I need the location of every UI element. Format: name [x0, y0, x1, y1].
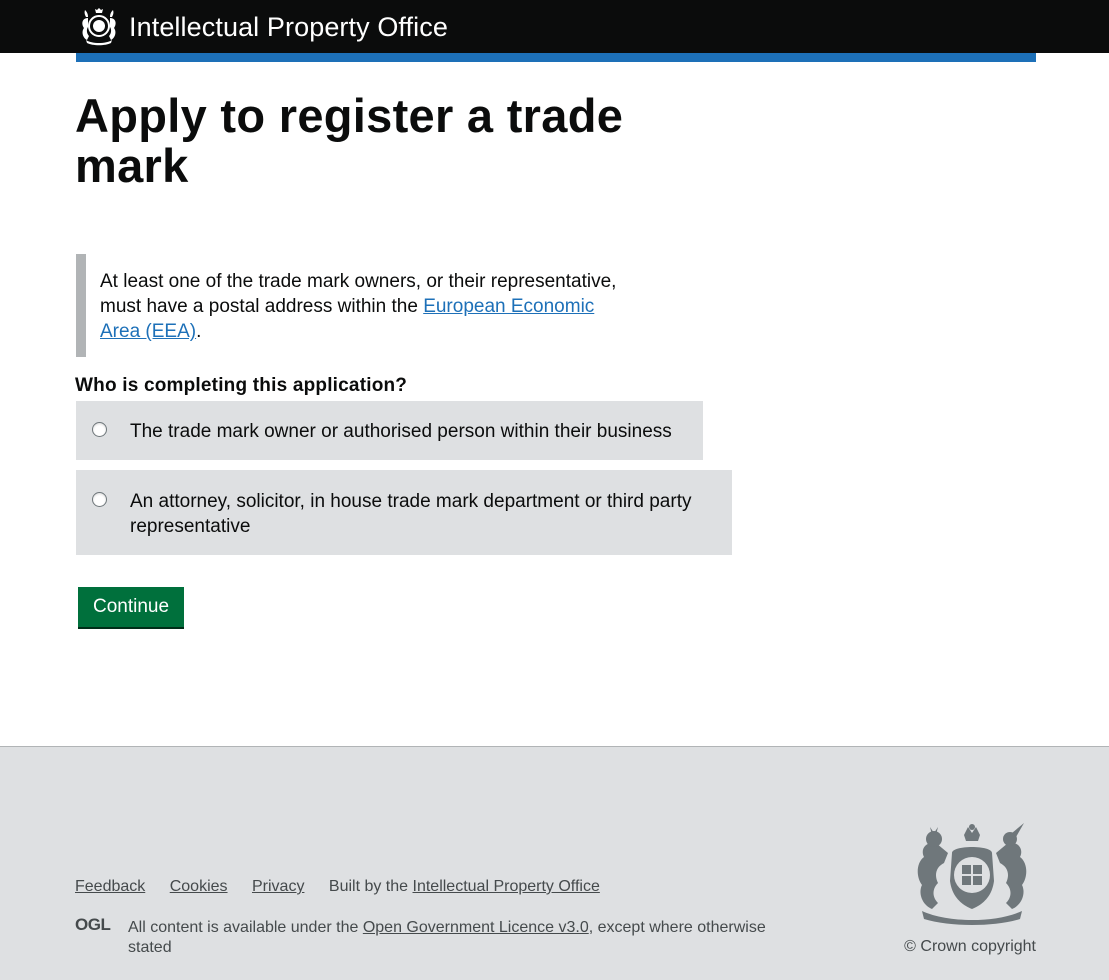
footer-link-ipo[interactable]: Intellectual Property Office: [413, 878, 600, 895]
footer-links: Feedback Cookies Privacy Built by the In…: [75, 878, 600, 896]
inset-text: At least one of the trade mark owners, o…: [76, 254, 636, 357]
header-brand[interactable]: Intellectual Property Office: [78, 7, 448, 47]
site-brand-name: Intellectual Property Office: [129, 12, 448, 42]
crown-copyright: © Crown copyright: [904, 938, 1036, 955]
ogl-licence-link[interactable]: Open Government Licence v3.0: [363, 919, 589, 936]
site-footer: Feedback Cookies Privacy Built by the In…: [0, 746, 1109, 980]
licence-prefix: All content is available under the: [128, 919, 359, 936]
ogl-logo-icon: OGL: [75, 915, 111, 932]
radio-trade-mark-owner[interactable]: [92, 422, 107, 437]
option-label-representative: An attorney, solicitor, in house trade m…: [130, 491, 692, 537]
royal-coat-of-arms-icon: [917, 823, 1027, 925]
option-label-trade-mark-owner: The trade mark owner or authorised perso…: [130, 421, 672, 442]
footer-link-cookies[interactable]: Cookies: [170, 878, 228, 895]
site-header: Intellectual Property Office: [0, 0, 1109, 53]
footer-link-feedback[interactable]: Feedback: [75, 878, 145, 895]
built-by: Built by the Intellectual Property Offic…: [329, 878, 600, 895]
built-by-prefix: Built by the: [328, 878, 409, 895]
radio-representative[interactable]: [92, 492, 107, 507]
question-legend: Who is completing this application?: [75, 375, 408, 396]
page-title: Apply to register a trade mark: [75, 89, 624, 192]
footer-link-privacy[interactable]: Privacy: [252, 878, 304, 895]
option-representative[interactable]: An attorney, solicitor, in house trade m…: [76, 470, 732, 555]
royal-coat-of-arms-icon: [82, 8, 116, 46]
continue-button[interactable]: Continue: [78, 587, 184, 627]
licence-text: All content is available under the Open …: [128, 918, 778, 958]
ogl-logo-text: OGL: [75, 915, 110, 932]
option-trade-mark-owner[interactable]: The trade mark owner or authorised perso…: [76, 401, 703, 460]
inset-text-end: .: [196, 321, 202, 342]
header-accent-bar: [76, 53, 1036, 62]
